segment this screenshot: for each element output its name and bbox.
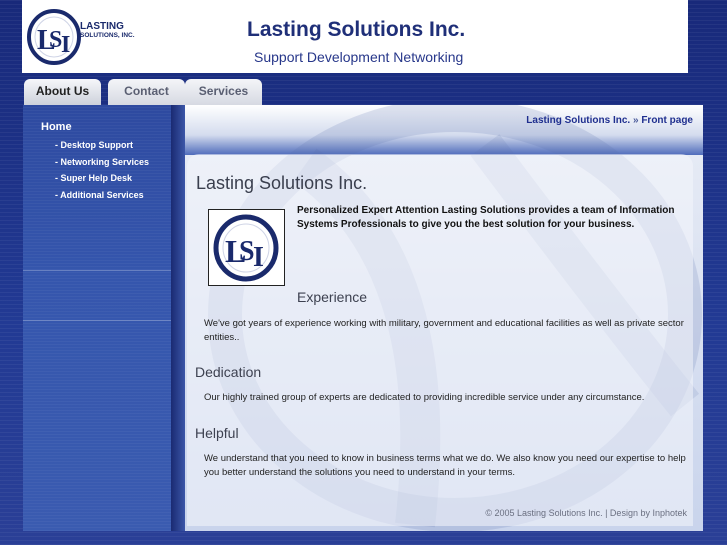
section-text-helpful: We understand that you need to know in b… <box>204 453 686 478</box>
site-header: L S I LASTING SOLUTIONS, INC. Lasting So… <box>22 0 688 73</box>
sidebar-divider <box>23 320 171 321</box>
page-title: Lasting Solutions Inc. <box>196 173 368 193</box>
section-text-experience: We've got years of experience working wi… <box>204 318 684 343</box>
svg-text:I: I <box>253 242 264 273</box>
logo-wordmark: LASTING SOLUTIONS, INC. <box>80 22 135 40</box>
tab-services[interactable]: Services <box>185 79 262 105</box>
intro-text: Personalized Expert Attention Lasting So… <box>297 205 675 230</box>
main-content: Lasting Solutions Inc. » Front page Last… <box>185 105 703 531</box>
breadcrumb: Lasting Solutions Inc. » Front page <box>526 115 693 126</box>
tab-contact[interactable]: Contact <box>108 79 185 105</box>
footer-copyright: © 2005 Lasting Solutions Inc. | Design b… <box>485 508 687 518</box>
logo-name: LASTING <box>80 21 124 32</box>
section-heading-experience: Experience <box>297 289 368 305</box>
section-text-dedication: Our highly trained group of experts are … <box>204 392 645 403</box>
tab-about-us[interactable]: About Us <box>24 79 101 105</box>
sidebar-links: - Desktop Support - Networking Services … <box>55 139 165 205</box>
logo-sub: SOLUTIONS, INC. <box>80 32 135 39</box>
content-logo: L S I <box>208 209 285 286</box>
breadcrumb-separator: » <box>632 115 639 126</box>
sidebar-item-desktop-support[interactable]: - Desktop Support <box>55 139 165 153</box>
sidebar-item-super-help-desk[interactable]: - Super Help Desk <box>55 172 165 186</box>
sidebar-item-home[interactable]: Home <box>41 121 72 133</box>
section-heading-helpful: Helpful <box>195 425 239 441</box>
sidebar-item-additional-services[interactable]: - Additional Services <box>55 189 165 203</box>
sidebar-item-networking-services[interactable]: - Networking Services <box>55 156 165 170</box>
breadcrumb-page-link[interactable]: Front page <box>641 115 693 126</box>
section-heading-dedication: Dedication <box>195 364 262 380</box>
site-title: Lasting Solutions Inc. <box>247 18 466 41</box>
svg-text:I: I <box>61 32 70 58</box>
site-subtitle: Support Development Networking <box>254 49 464 65</box>
breadcrumb-site-link[interactable]: Lasting Solutions Inc. <box>526 115 630 126</box>
sidebar-divider <box>23 270 171 271</box>
sidebar-shadow <box>171 105 185 531</box>
main-header-band <box>185 105 703 155</box>
sidebar: Home - Desktop Support - Networking Serv… <box>23 105 171 531</box>
